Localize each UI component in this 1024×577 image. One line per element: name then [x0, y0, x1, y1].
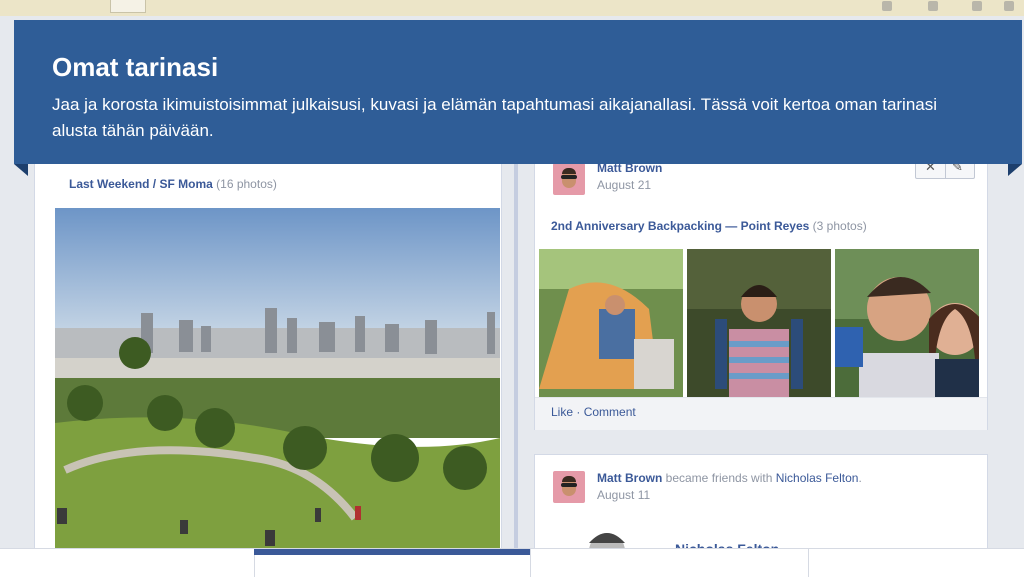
photo-count: (16 photos) [216, 177, 277, 191]
like-link[interactable]: Like [551, 405, 573, 419]
album-title: 2nd Anniversary Backpacking — Point Reye… [551, 219, 867, 233]
bottom-nav-bar [0, 548, 1024, 577]
menu-icon[interactable] [972, 1, 982, 11]
friend-link[interactable]: Nicholas Felton [776, 471, 859, 485]
album-link[interactable]: Last Weekend / SF Moma [69, 177, 213, 191]
album-photo-tent[interactable] [539, 249, 683, 397]
post-date[interactable]: August 21 [597, 178, 651, 192]
left-photo-post: Last Weekend / SF Moma (16 photos) [34, 162, 502, 564]
post-date[interactable]: August 11 [597, 488, 650, 502]
banner-title: Omat tarinasi [52, 52, 219, 82]
extension-icon[interactable] [928, 1, 938, 11]
album-caption: Last Weekend / SF Moma (16 photos) [69, 177, 277, 191]
comment-link[interactable]: Comment [584, 405, 636, 419]
album-thumbnails [539, 249, 985, 397]
intro-banner: Omat tarinasi Jaa ja korosta ikimuistois… [14, 20, 1022, 176]
browser-toolbar [0, 0, 1024, 17]
browser-tab-button[interactable] [110, 0, 146, 13]
bottom-nav-segment-1[interactable] [0, 549, 255, 577]
timeline-spine [514, 160, 518, 560]
album-photo-hiker[interactable] [687, 249, 831, 397]
photo-count: (3 photos) [812, 219, 867, 233]
right-album-post: Matt Brown August 21 ✕ ✎ 2nd Anniversary… [534, 150, 988, 430]
bottom-nav-segment-3[interactable] [530, 549, 809, 577]
active-tab-indicator [254, 549, 530, 555]
banner-body: Jaa ja korosta ikimuistoisimmat julkaisu… [52, 95, 938, 140]
album-photo[interactable] [55, 208, 500, 550]
link-separator: · [573, 405, 584, 419]
story-period: . [858, 471, 862, 485]
story-verb: became friends with [662, 471, 776, 485]
sf-cityscape-image [55, 208, 500, 550]
author-name[interactable]: Matt Brown [597, 471, 662, 485]
settings-icon[interactable] [1004, 1, 1014, 11]
album-link[interactable]: 2nd Anniversary Backpacking — Point Reye… [551, 219, 809, 233]
friendship-story: Matt Brown became friends with Nicholas … [597, 471, 862, 485]
avatar[interactable] [553, 471, 585, 503]
facebook-icon[interactable] [882, 1, 892, 11]
avatar[interactable] [553, 163, 585, 195]
album-photo-couple[interactable] [835, 249, 979, 397]
like-comment-links: Like · Comment [551, 405, 636, 419]
